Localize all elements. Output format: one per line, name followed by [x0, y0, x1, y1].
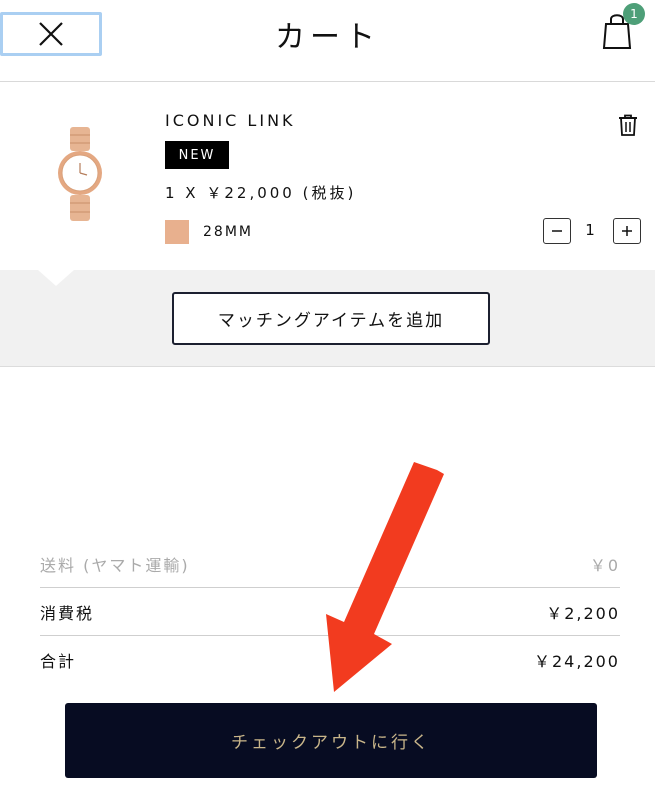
- size-label: 28MM: [203, 224, 253, 240]
- total-row: 合計 ￥24,200: [40, 636, 620, 684]
- quantity-value: 1: [585, 221, 595, 239]
- cart-count-badge: 1: [623, 3, 645, 25]
- shipping-value: ￥0: [589, 555, 620, 575]
- tax-label: 消費税: [40, 603, 95, 623]
- quantity-decrease-button[interactable]: [543, 218, 571, 244]
- section-notch: [38, 270, 74, 286]
- cart-page: カート 1 ICONIC LINK NEW 1 X ￥22,000 (税抜) 2…: [0, 0, 655, 800]
- color-swatch: [165, 220, 189, 244]
- product-image[interactable]: [50, 125, 110, 225]
- trash-icon[interactable]: [616, 113, 640, 137]
- page-title: カート: [275, 20, 380, 55]
- product-name[interactable]: ICONIC LINK: [165, 111, 296, 130]
- total-value: ￥24,200: [534, 652, 620, 671]
- total-label: 合計: [40, 652, 77, 671]
- quantity-increase-button[interactable]: [613, 218, 641, 244]
- shipping-label: 送料 (ヤマト運輸): [40, 555, 190, 575]
- checkout-button[interactable]: チェックアウトに行く: [65, 703, 597, 778]
- add-matching-item-button[interactable]: マッチングアイテムを追加: [172, 292, 490, 345]
- new-badge: NEW: [165, 141, 229, 169]
- price-line: 1 X ￥22,000 (税抜): [165, 184, 357, 202]
- cart-item: ICONIC LINK NEW 1 X ￥22,000 (税抜) 28MM 1: [0, 83, 655, 270]
- plus-icon: [622, 226, 632, 236]
- tax-value: ￥2,200: [546, 603, 620, 623]
- cart-header: カート 1: [0, 0, 655, 82]
- tax-row: 消費税 ￥2,200: [40, 588, 620, 636]
- order-summary: 送料 (ヤマト運輸) ￥0 消費税 ￥2,200 合計 ￥24,200: [40, 540, 620, 684]
- minus-icon: [552, 230, 562, 232]
- shipping-row: 送料 (ヤマト運輸) ￥0: [40, 540, 620, 588]
